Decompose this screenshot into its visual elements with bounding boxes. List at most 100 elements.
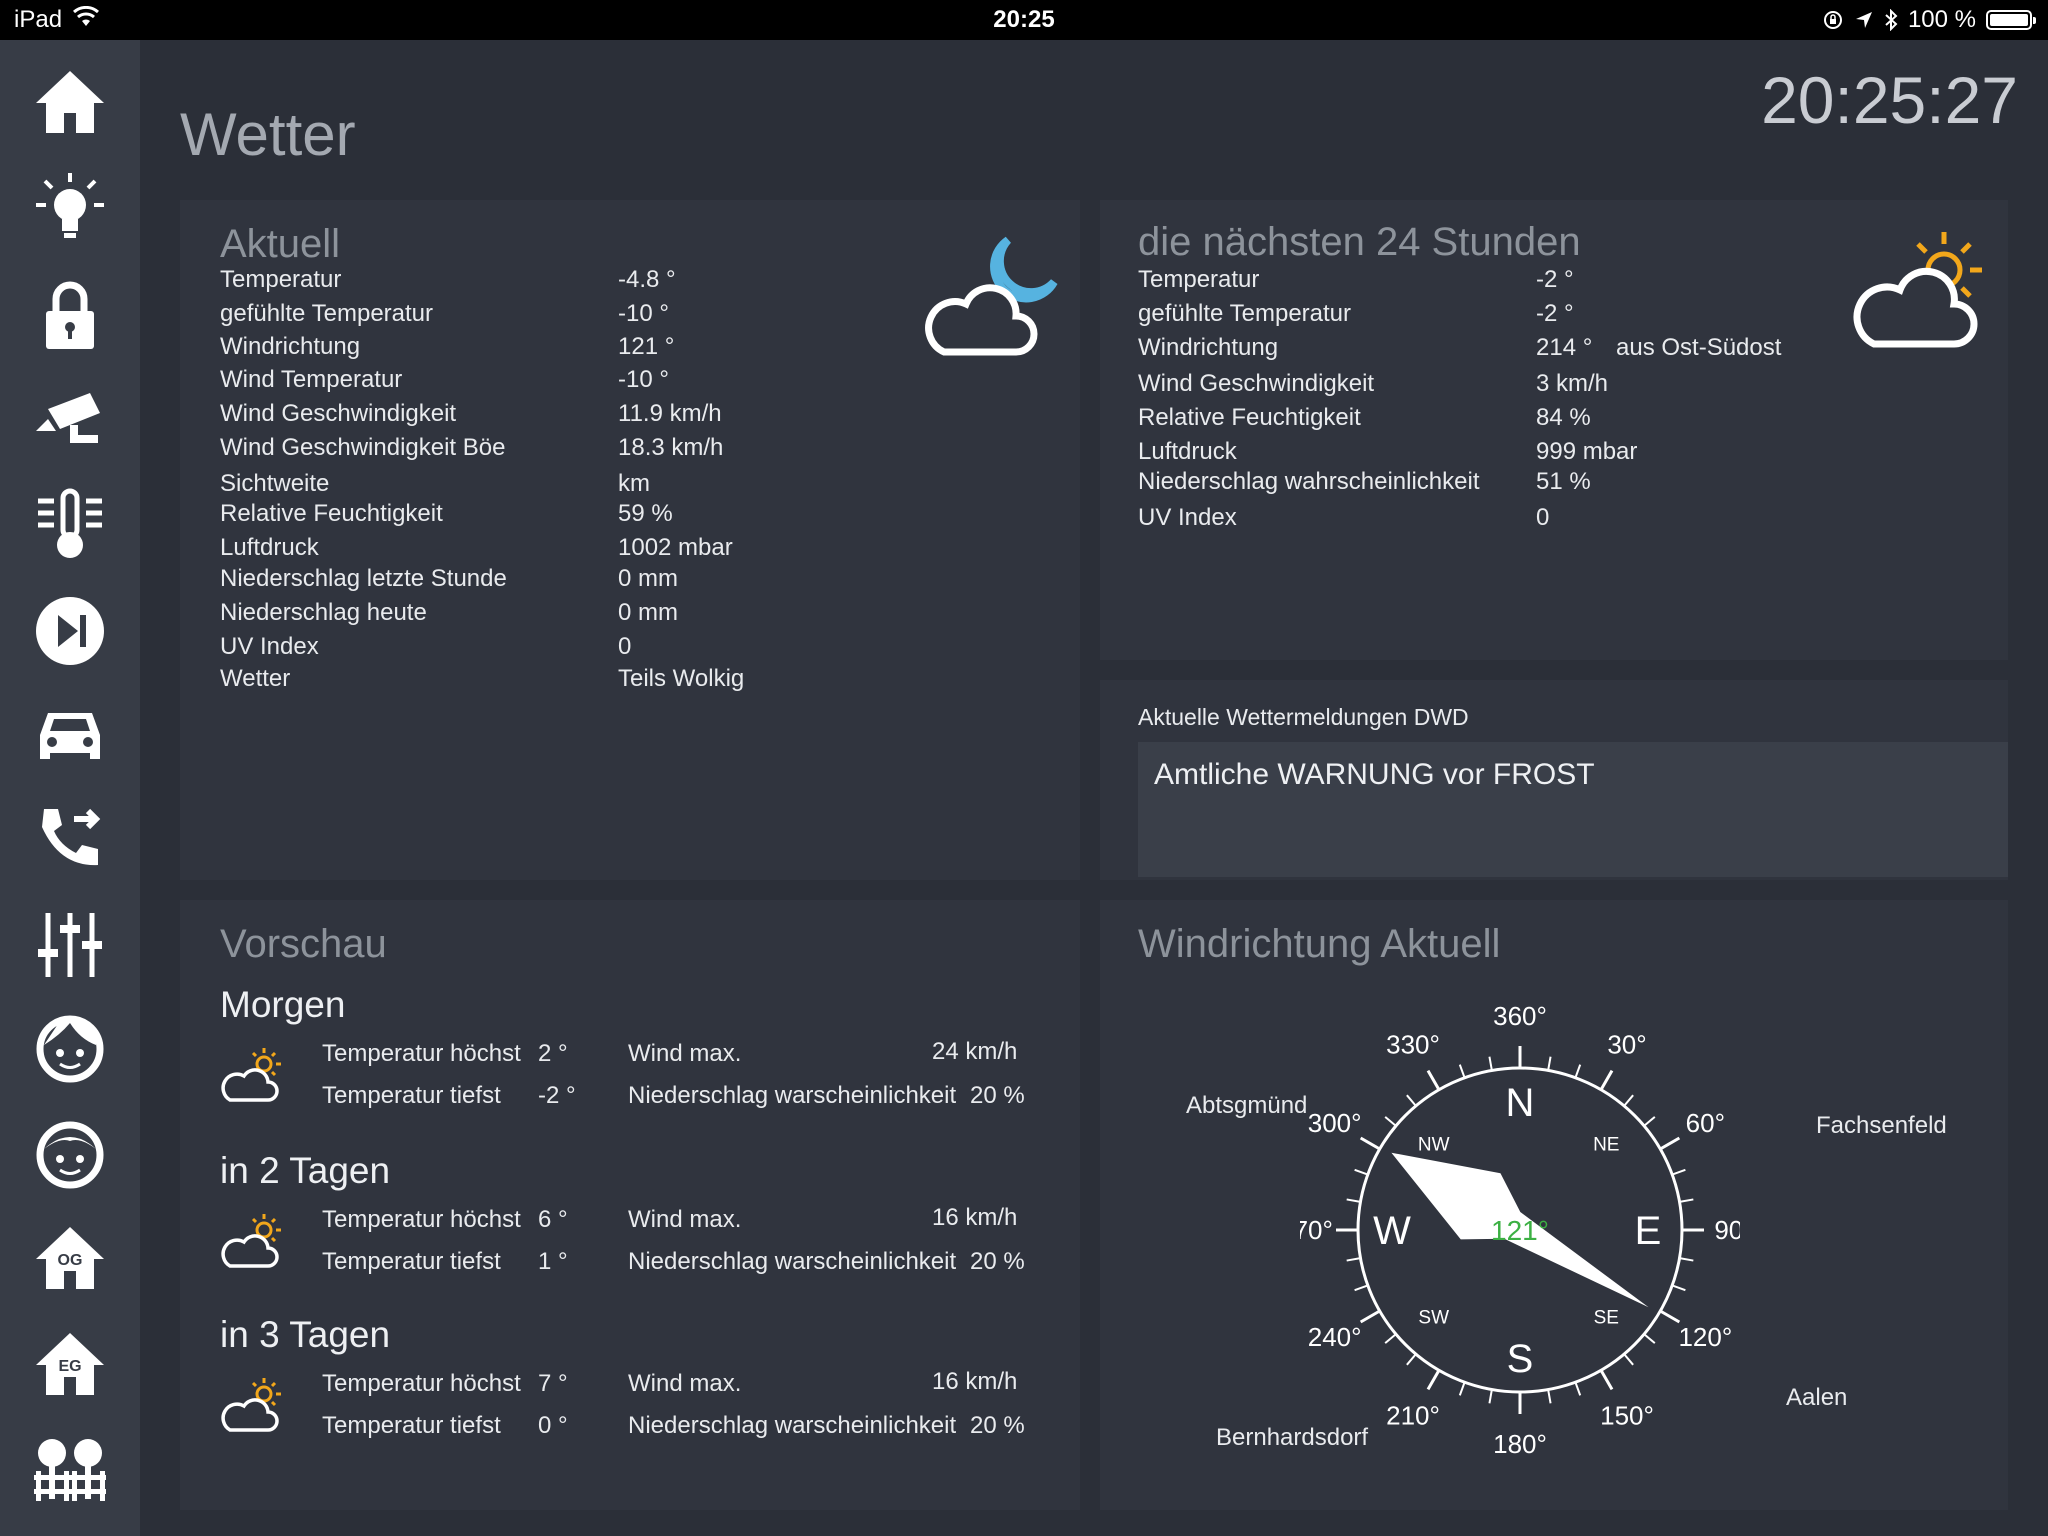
compass-tick (1547, 1389, 1552, 1404)
forecast-wind-value: 16 km/h (932, 1204, 1018, 1231)
aktuell-label: Niederschlag letzte Stunde (220, 565, 507, 592)
sun-cloud-icon (1853, 232, 1982, 348)
house-og-icon: OG (36, 1227, 104, 1289)
compass-degree-label: 210° (1386, 1400, 1440, 1430)
forecast-tlow-label: Temperatur tiefst (322, 1082, 501, 1109)
compass-tick (1659, 1136, 1681, 1151)
sidebar-item-lock[interactable] (20, 270, 120, 360)
lock-icon (46, 281, 94, 349)
next24-label: Relative Feuchtigkeit (1138, 404, 1361, 431)
forecast-rain-label: Niederschlag warscheinlichkeit (628, 1082, 957, 1109)
forecast-day-name: in 3 Tagen (220, 1314, 391, 1355)
forecast-thigh-label: Temperatur höchst (322, 1370, 521, 1397)
place-label-ne: Fachsenfeld (1816, 1112, 1947, 1139)
compass-tick (1599, 1369, 1614, 1391)
sidebar-item-car[interactable] (20, 690, 120, 780)
compass-tick (1384, 1333, 1397, 1344)
next24-value: 51 % (1536, 468, 1591, 495)
forecast-thigh-label: Temperatur höchst (322, 1040, 521, 1067)
compass-cardinal: S (1507, 1337, 1534, 1381)
next24-label: UV Index (1138, 504, 1237, 531)
sidebar-item-camera[interactable] (20, 374, 120, 464)
clock: 20:25:27 (1761, 63, 2018, 137)
sidebar: OG EG (0, 40, 140, 1536)
compass-degree-label: 90° (1714, 1215, 1740, 1245)
sidebar-item-media[interactable] (20, 586, 120, 676)
forecast-day-name: in 2 Tagen (220, 1150, 391, 1191)
aktuell-value: 1002 mbar (618, 534, 733, 561)
page-title: Wetter (180, 101, 356, 168)
aktuell-value: 121 ° (618, 333, 675, 360)
sidebar-item-child[interactable] (20, 1004, 120, 1094)
compass-intercardinal: SE (1594, 1307, 1619, 1328)
dwd-title: Aktuelle Wettermeldungen DWD (1138, 704, 1469, 730)
forecast-wind-label: Wind max. (628, 1040, 742, 1067)
battery-fill (1990, 14, 2028, 26)
battery-percent: 100 % (1907, 6, 1976, 33)
sidebar-item-og[interactable]: OG (20, 1214, 120, 1304)
compass-tick (1346, 1198, 1361, 1203)
eg-label: EG (58, 1358, 81, 1375)
card-wind-title: Windrichtung Aktuell (1138, 922, 1501, 966)
next24-label: gefühlte Temperatur (1138, 300, 1352, 327)
aktuell-value: 0 mm (618, 565, 678, 592)
forecast-wind-value: 24 km/h (932, 1038, 1018, 1065)
aktuell-value: 11.9 km/h (618, 400, 722, 427)
status-bar: iPad 20:25 100 % (0, 0, 2048, 40)
aktuell-label: Wind Temperatur (220, 366, 403, 393)
compass-degree-label: 120° (1678, 1322, 1732, 1352)
compass-tick (1346, 1257, 1361, 1262)
next24-value: 0 (1536, 504, 1550, 531)
orientation-lock-icon (1823, 11, 1842, 29)
compass-intercardinal: NE (1593, 1135, 1619, 1156)
sidebar-item-garden[interactable] (20, 1424, 120, 1514)
compass-tick (1679, 1257, 1694, 1262)
compass-tick (1671, 1284, 1686, 1292)
sidebar-item-phone[interactable] (20, 794, 120, 884)
aktuell-value: 0 (618, 633, 632, 660)
security-camera-icon (36, 393, 100, 443)
compass-tick (1671, 1168, 1686, 1176)
compass-tick (1679, 1198, 1694, 1203)
compass-degree-label: 270° (1300, 1215, 1333, 1245)
compass-tick (1359, 1136, 1381, 1151)
compass-degree-label: 180° (1493, 1429, 1547, 1459)
aktuell-value: 59 % (618, 500, 673, 527)
card-aktuell: Aktuell Temperatur -4.8 ° gefühlte Tempera… (180, 200, 1080, 880)
forecast-sun-cloud-icon (221, 1048, 281, 1102)
aktuell-label: Wetter (220, 665, 291, 692)
sidebar-item-mixer[interactable] (20, 900, 120, 990)
card-wind: Windrichtung Aktuell Abtsgmünd Fachsenfe… (1100, 900, 2008, 1510)
card-vorschau-title: Vorschau (220, 922, 387, 966)
card-aktuell-title: Aktuell (220, 222, 341, 266)
forecast-thigh-value: 2 ° (538, 1040, 568, 1067)
forecast-rain-value: 20 % (970, 1082, 1025, 1109)
sidebar-item-person[interactable] (20, 1110, 120, 1200)
sidebar-item-light[interactable] (20, 164, 120, 254)
face-sleep-icon (36, 1015, 104, 1083)
forecast-rain-value: 20 % (970, 1248, 1025, 1275)
compass-degree-label: 360° (1493, 1001, 1547, 1031)
next24-label: Windrichtung (1138, 334, 1279, 361)
compass-tick (1488, 1389, 1493, 1404)
dwd-warning-box: Amtliche WARNUNG vor FROST (1138, 742, 2008, 877)
forecast-rain-label: Niederschlag warscheinlichkeit (628, 1412, 957, 1439)
phone-forward-icon (42, 808, 101, 866)
aktuell-label: Niederschlag heute (220, 599, 427, 626)
location-icon (1855, 12, 1872, 28)
forecast-tlow-value: -2 ° (538, 1082, 576, 1109)
compass-cardinal: E (1635, 1209, 1662, 1253)
forecast-thigh-value: 6 ° (538, 1206, 568, 1233)
sidebar-item-eg[interactable]: EG (20, 1320, 120, 1410)
sidebar-item-climate[interactable] (20, 480, 120, 570)
forecast-tlow-value: 1 ° (538, 1248, 568, 1275)
forecast-wind-value: 16 km/h (932, 1368, 1018, 1395)
compass-tick (1488, 1056, 1493, 1071)
home-icon (36, 71, 104, 133)
bluetooth-icon (1885, 9, 1898, 31)
forecast-wind-label: Wind max. (628, 1206, 742, 1233)
next24-value: 214 ° (1536, 334, 1593, 361)
sidebar-item-home[interactable] (20, 58, 120, 148)
garden-icon (34, 1439, 106, 1501)
next24-label: Wind Geschwindigkeit (1138, 370, 1375, 397)
